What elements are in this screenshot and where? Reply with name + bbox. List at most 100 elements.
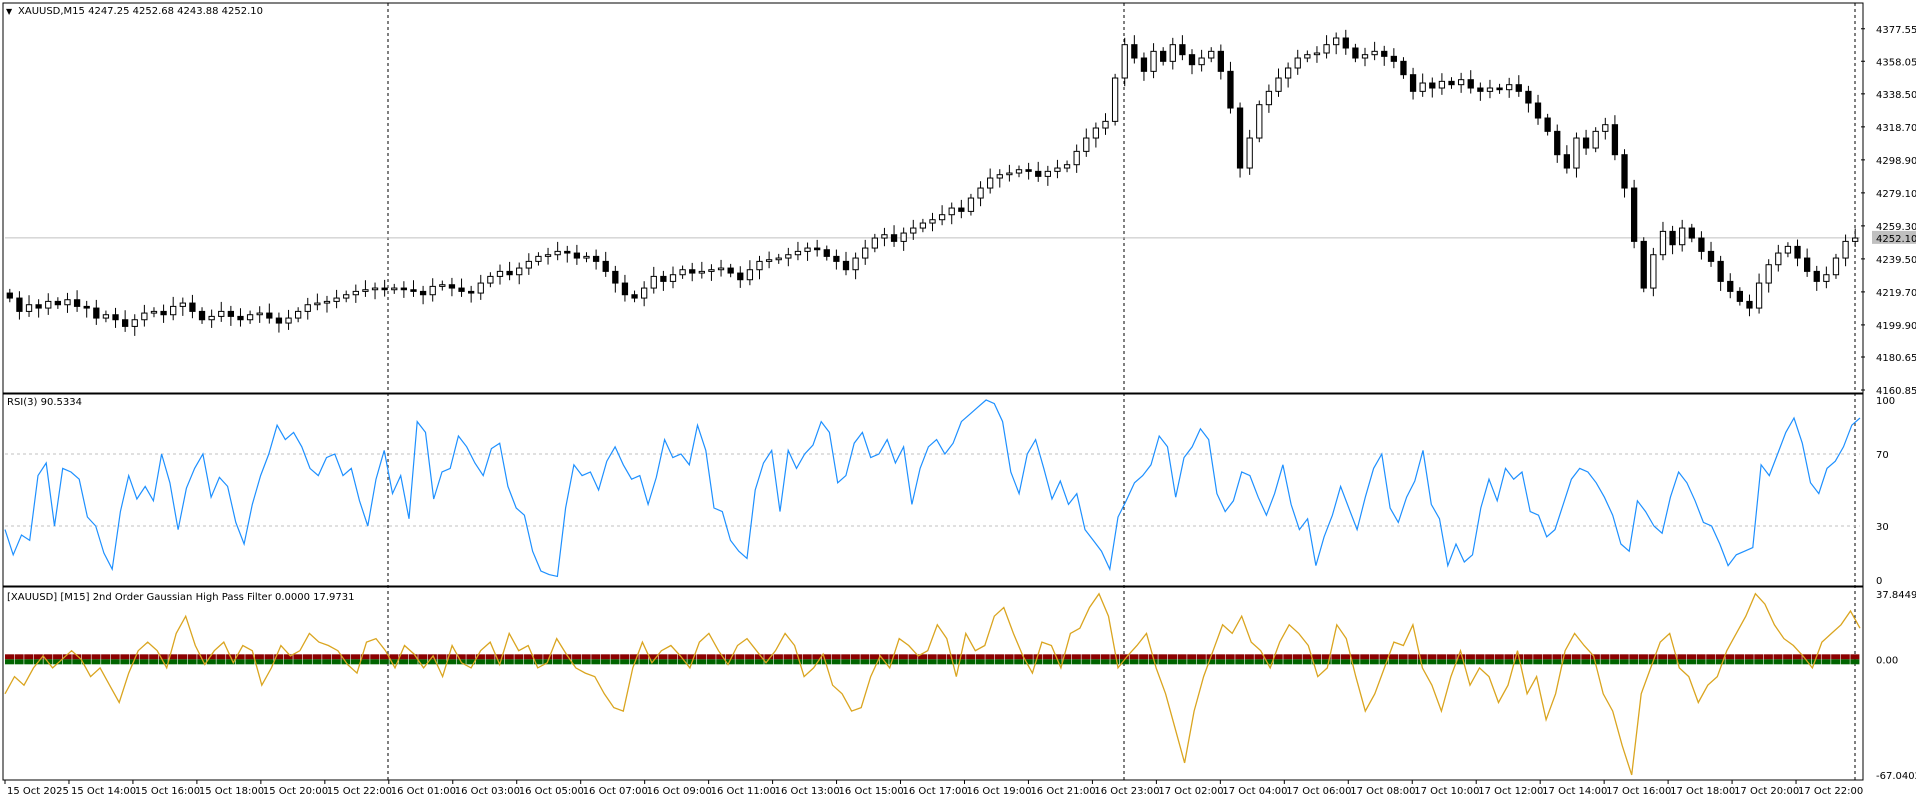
time-tick-label: 16 Oct 23:00 (1094, 786, 1159, 797)
histogram-bar-positive (898, 654, 908, 660)
histogram-bar-negative (1244, 659, 1254, 665)
histogram-bar-negative (783, 659, 793, 665)
rsi-axis: 100 70 30 0 (1876, 396, 1895, 587)
histogram-bar-positive (187, 654, 197, 660)
histogram-bar-positive (658, 654, 668, 660)
histogram-bar-positive (312, 654, 322, 660)
histogram-bar-positive (1158, 654, 1168, 660)
histogram-bar-positive (1533, 654, 1543, 660)
histogram-bar-negative (1081, 659, 1091, 665)
time-tick-label: 16 Oct 01:00 (391, 786, 456, 797)
histogram-bar-negative (293, 659, 303, 665)
histogram-bar-positive (1331, 654, 1341, 660)
histogram-bar-positive (370, 654, 380, 660)
price-tick-label: 4338.50 (1876, 90, 1916, 101)
histogram-bar-positive (139, 654, 149, 660)
histogram-bar-negative (1216, 659, 1226, 665)
histogram-bar-positive (418, 654, 428, 660)
histogram-bar-positive (1071, 654, 1081, 660)
histogram-bar-positive (975, 654, 985, 660)
main-pane-frame (2, 2, 1864, 394)
histogram-bar-positive (1187, 654, 1197, 660)
histogram-bar-negative (918, 659, 928, 665)
histogram-bar-negative (1494, 659, 1504, 665)
candle (1630, 179, 1638, 249)
trading-chart[interactable]: ▼ XAUUSD,M15 4247.25 4252.68 4243.88 425… (0, 0, 1916, 800)
histogram-bar-positive (1638, 654, 1648, 660)
histogram-bar-positive (572, 654, 582, 660)
histogram-bar-negative (91, 659, 101, 665)
collapse-triangle-icon[interactable]: ▼ (6, 7, 13, 16)
histogram-bar-negative (408, 659, 418, 665)
histogram-bar-negative (264, 659, 274, 665)
histogram-bar-negative (1725, 659, 1735, 665)
time-tick-label: 16 Oct 21:00 (1030, 786, 1095, 797)
rsi-pane-header: RSI(3) 90.5334 (7, 397, 82, 408)
histogram-bar-positive (533, 654, 543, 660)
histogram-bar-negative (1658, 659, 1668, 665)
histogram-bar-positive (1792, 654, 1802, 660)
histogram-bar-positive (293, 654, 303, 660)
histogram-bar-negative (1177, 659, 1187, 665)
histogram-bar-negative (1840, 659, 1850, 665)
histogram-bar-positive (1831, 654, 1841, 660)
histogram-bar-negative (235, 659, 245, 665)
time-tick-label: 17 Oct 02:00 (1158, 786, 1223, 797)
histogram-bar-positive (591, 654, 601, 660)
histogram-bar-negative (475, 659, 485, 665)
histogram-bar-negative (966, 659, 976, 665)
histogram-bar-negative (1485, 659, 1495, 665)
histogram-bar-positive (1542, 654, 1552, 660)
histogram-bar-negative (552, 659, 562, 665)
histogram-bar-positive (1244, 654, 1254, 660)
histogram-bar-negative (1696, 659, 1706, 665)
histogram-bar-positive (1408, 654, 1418, 660)
histogram-bar-negative (1686, 659, 1697, 665)
histogram-bar-negative (1292, 659, 1302, 665)
filter-tick-label: 37.8449 (1876, 590, 1916, 601)
histogram-bar-positive (178, 654, 188, 660)
histogram-bar-negative (1369, 659, 1379, 665)
time-axis: 15 Oct 2025 15 Oct 14:0015 Oct 16:0015 Oc… (4, 780, 1863, 797)
histogram-bar-negative (1110, 659, 1120, 665)
price-tick-label: 4377.55 (1876, 25, 1916, 36)
histogram-bar-negative (706, 659, 716, 665)
histogram-bar-positive (1360, 654, 1370, 660)
histogram-bar-negative (1706, 659, 1716, 665)
time-tick-label: 17 Oct 08:00 (1350, 786, 1415, 797)
histogram-bar-negative (985, 659, 995, 665)
histogram-bar-negative (745, 659, 755, 665)
histogram-bar-negative (668, 659, 678, 665)
histogram-bar-positive (610, 654, 620, 660)
current-price-label: 4252.10 (1876, 234, 1916, 245)
histogram-bar-positive (783, 654, 793, 660)
histogram-bar-negative (1283, 659, 1293, 665)
histogram-bar-negative (312, 659, 322, 665)
histogram-bar-negative (283, 659, 293, 665)
histogram-bar-positive (908, 654, 918, 660)
histogram-bar-negative (1091, 659, 1101, 665)
rsi-tick-label: 0 (1876, 576, 1882, 587)
rsi-tick-label: 100 (1876, 396, 1895, 407)
histogram-bar-negative (1129, 659, 1139, 665)
time-tick-label: 16 Oct 17:00 (903, 786, 968, 797)
histogram-bar-negative (1331, 659, 1341, 665)
histogram-bar-negative (735, 659, 745, 665)
histogram-bar-positive (773, 654, 783, 660)
histogram-bar-negative (1735, 659, 1745, 665)
time-tick-label: 17 Oct 14:00 (1542, 786, 1607, 797)
histogram-bar-negative (331, 659, 341, 665)
histogram-bar-negative (1187, 659, 1197, 665)
histogram-bar-positive (1177, 654, 1187, 660)
histogram-bar-negative (399, 659, 409, 665)
histogram-bar-positive (1196, 654, 1206, 660)
histogram-bar-negative (994, 659, 1004, 665)
histogram-bar-positive (745, 654, 755, 660)
histogram-bar-positive (149, 654, 159, 660)
histogram-bar-negative (591, 659, 601, 665)
histogram-bar-negative (72, 659, 82, 665)
histogram-bar-negative (773, 659, 783, 665)
time-tick-label: 17 Oct 04:00 (1222, 786, 1287, 797)
histogram-bar-positive (1821, 654, 1831, 660)
histogram-bar-positive (1340, 654, 1350, 660)
